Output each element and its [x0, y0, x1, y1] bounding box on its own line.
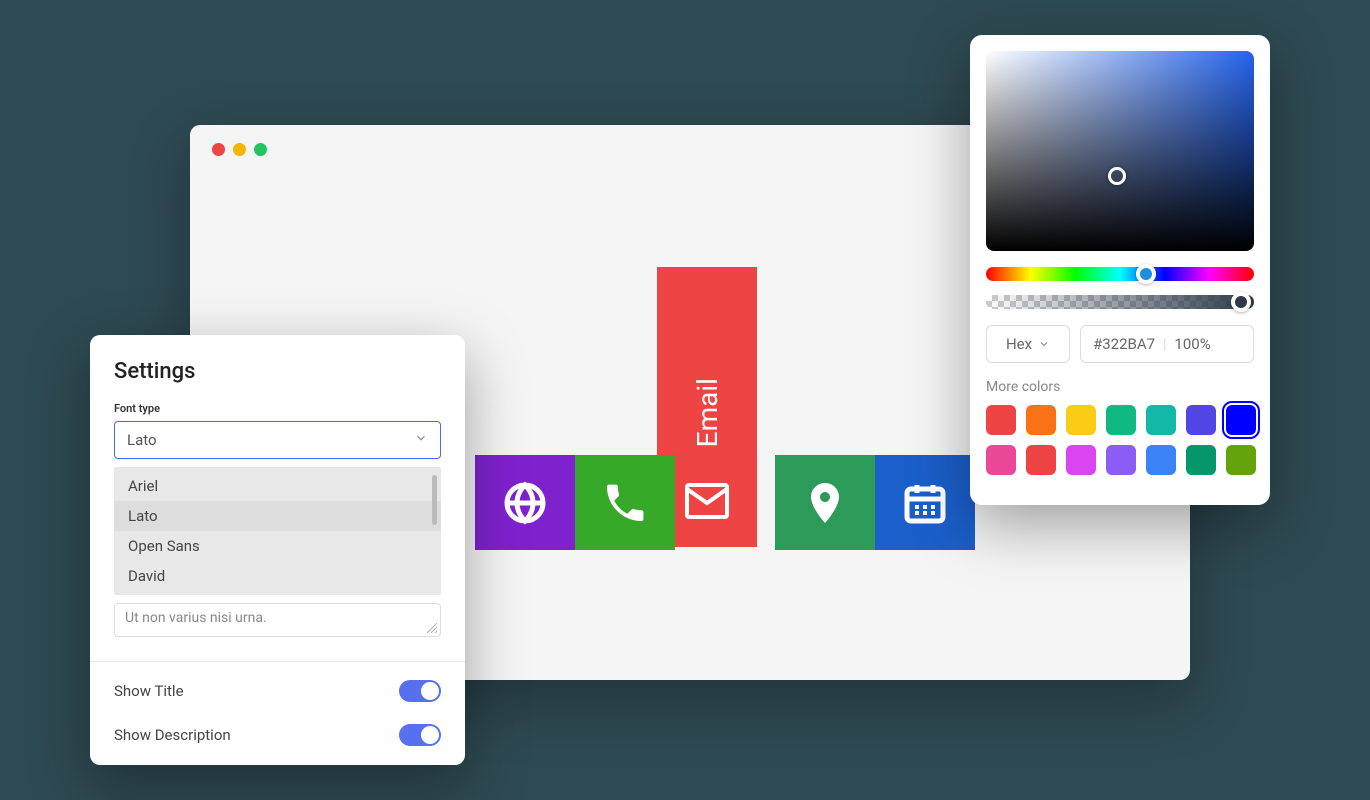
toggle-show-description[interactable] — [399, 724, 441, 746]
settings-title: Settings — [114, 359, 441, 384]
gradient-cursor[interactable] — [1108, 167, 1126, 185]
textarea-text: Ut non varius nisi urna. — [125, 610, 267, 626]
font-select-value: Lato — [127, 431, 157, 449]
swatch-7[interactable] — [986, 445, 1016, 475]
swatch-13[interactable] — [1226, 445, 1256, 475]
icon-button-calendar[interactable] — [875, 455, 975, 550]
globe-icon — [501, 479, 549, 527]
traffic-close[interactable] — [212, 143, 225, 156]
swatch-1[interactable] — [1026, 405, 1056, 435]
toggle-label-title: Show Title — [114, 682, 184, 700]
chevron-down-icon — [1038, 338, 1050, 350]
swatch-5[interactable] — [1186, 405, 1216, 435]
swatch-4[interactable] — [1146, 405, 1176, 435]
settings-panel: Settings Font type Lato Ariel Lato Open … — [90, 335, 465, 765]
email-label: Email — [691, 378, 724, 447]
color-gradient-area[interactable] — [986, 51, 1254, 251]
font-option-david[interactable]: David — [114, 561, 441, 591]
toggle-row-title: Show Title — [90, 680, 465, 702]
font-type-label: Font type — [114, 402, 441, 415]
traffic-maximize[interactable] — [254, 143, 267, 156]
toggle-row-description: Show Description — [90, 724, 465, 746]
traffic-minimize[interactable] — [233, 143, 246, 156]
swatch-6[interactable] — [1226, 405, 1256, 435]
font-option-lato[interactable]: Lato — [114, 501, 441, 531]
chevron-down-icon — [414, 431, 428, 449]
swatch-2[interactable] — [1066, 405, 1096, 435]
color-format-value: Hex — [1006, 335, 1032, 353]
more-colors-label: More colors — [986, 379, 1254, 395]
font-select[interactable]: Lato — [114, 421, 441, 459]
swatch-0[interactable] — [986, 405, 1016, 435]
dropdown-scrollbar[interactable] — [432, 475, 437, 525]
calendar-icon — [901, 479, 949, 527]
alpha-cursor[interactable] — [1231, 292, 1251, 312]
swatch-9[interactable] — [1066, 445, 1096, 475]
font-option-opensans[interactable]: Open Sans — [114, 531, 441, 561]
toggle-show-title[interactable] — [399, 680, 441, 702]
color-picker-panel: Hex #322BA7 | 100% More colors — [970, 35, 1270, 505]
swatch-grid — [986, 405, 1254, 475]
alpha-value: 100% — [1174, 335, 1210, 353]
swatch-11[interactable] — [1146, 445, 1176, 475]
divider — [90, 661, 465, 662]
swatch-12[interactable] — [1186, 445, 1216, 475]
swatch-8[interactable] — [1026, 445, 1056, 475]
icon-button-phone[interactable] — [575, 455, 675, 550]
resize-handle-icon[interactable] — [427, 623, 437, 633]
icon-button-email-spacer — [675, 455, 775, 550]
color-value-input[interactable]: #322BA7 | 100% — [1080, 325, 1254, 363]
toggle-label-description: Show Description — [114, 726, 231, 744]
swatch-3[interactable] — [1106, 405, 1136, 435]
hex-value: #322BA7 — [1093, 335, 1155, 353]
icon-button-location[interactable] — [775, 455, 875, 550]
phone-icon — [601, 479, 649, 527]
pipe-divider: | — [1163, 335, 1166, 353]
color-format-select[interactable]: Hex — [986, 325, 1070, 363]
swatch-10[interactable] — [1106, 445, 1136, 475]
hue-cursor[interactable] — [1136, 264, 1156, 284]
icon-button-globe[interactable] — [475, 455, 575, 550]
location-icon — [801, 479, 849, 527]
traffic-lights — [212, 143, 267, 156]
description-textarea[interactable]: Ut non varius nisi urna. — [114, 603, 441, 637]
icon-row — [475, 455, 975, 550]
font-dropdown: Ariel Lato Open Sans David — [114, 467, 441, 595]
hue-slider[interactable] — [986, 267, 1254, 281]
alpha-slider[interactable] — [986, 295, 1254, 309]
font-option-ariel[interactable]: Ariel — [114, 471, 441, 501]
